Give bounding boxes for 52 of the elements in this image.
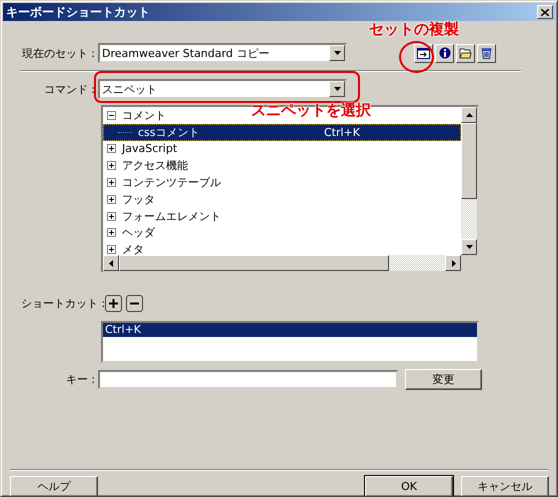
- tree-item[interactable]: メタ: [103, 241, 146, 255]
- expand-icon[interactable]: [107, 194, 116, 204]
- window-title: キーボードショートカット: [6, 4, 150, 20]
- list-item[interactable]: Ctrl+K: [103, 323, 477, 337]
- tree-item[interactable]: フッタ: [103, 190, 157, 208]
- tree-item[interactable]: コメント: [103, 107, 168, 124]
- change-button[interactable]: 変更: [405, 369, 482, 390]
- tree-item[interactable]: cssコメント Ctrl+K: [103, 124, 461, 141]
- ok-button[interactable]: OK: [365, 476, 453, 496]
- tree-item[interactable]: フォームエレメント: [103, 208, 223, 225]
- highlight-circle: [399, 41, 434, 73]
- expand-icon[interactable]: [107, 178, 116, 188]
- annotation-text: スニペットを選択: [251, 103, 371, 118]
- collapse-icon[interactable]: [107, 110, 116, 120]
- field-label: コマンド :: [42, 82, 96, 96]
- arrow-icon: [106, 258, 116, 268]
- annotation-text: セットの複製: [369, 22, 459, 37]
- delete-set-button[interactable]: [477, 44, 496, 62]
- dropdown-arrow-icon: [332, 84, 342, 94]
- dropdown-arrow-icon: [464, 242, 474, 252]
- field-label: 現在のセット :: [20, 46, 96, 60]
- arrow-icon: [464, 110, 474, 120]
- folder-icon: [459, 47, 472, 59]
- tree-item[interactable]: アクセス機能: [103, 157, 190, 174]
- horizontal-scrollbar[interactable]: [103, 255, 461, 271]
- add-shortcut-button[interactable]: [105, 295, 122, 312]
- help-button[interactable]: ヘルプ: [10, 476, 98, 496]
- info-button[interactable]: [435, 44, 454, 62]
- field-label: キー :: [64, 372, 96, 387]
- expand-icon[interactable]: [107, 144, 116, 154]
- tree-item[interactable]: ヘッダ: [103, 224, 157, 242]
- key-input-field[interactable]: [98, 370, 398, 389]
- close-button[interactable]: [537, 5, 553, 19]
- tree-item[interactable]: コンテンツテーブル: [103, 174, 223, 191]
- close-icon: [541, 8, 549, 16]
- cancel-button[interactable]: キャンセル: [461, 476, 549, 496]
- expand-icon[interactable]: [107, 245, 116, 254]
- set-dropdown[interactable]: Dreamweaver Standard コピー: [98, 43, 347, 63]
- vertical-scrollbar[interactable]: [461, 107, 477, 255]
- tree-item[interactable]: JavaScript: [103, 140, 180, 158]
- info-icon: [438, 47, 450, 59]
- dropdown-arrow-icon: [332, 48, 342, 58]
- plus-icon: [109, 299, 118, 308]
- expand-icon[interactable]: [107, 212, 116, 221]
- duplicate-set-button[interactable]: [414, 44, 433, 62]
- expand-icon[interactable]: [107, 161, 116, 170]
- trash-icon: [481, 47, 492, 59]
- expand-icon[interactable]: [107, 228, 116, 238]
- command-dropdown[interactable]: スニペット: [98, 79, 347, 99]
- remove-shortcut-button[interactable]: [126, 295, 143, 312]
- export-button[interactable]: [456, 44, 475, 62]
- duplicate-icon: [417, 48, 430, 58]
